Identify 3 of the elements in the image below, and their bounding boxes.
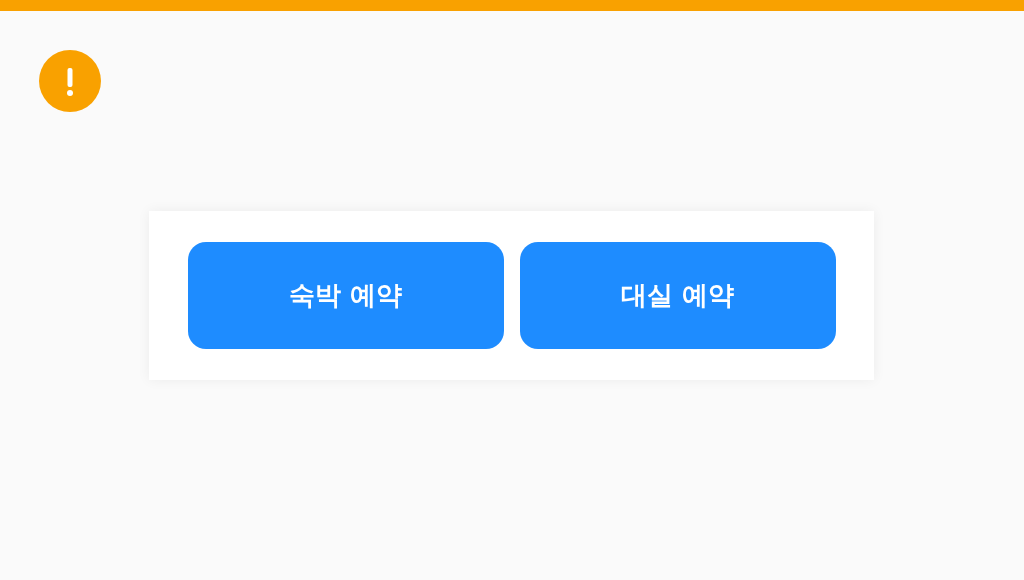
reservation-button[interactable]: 대실 예약 [519,242,836,349]
reservation-button[interactable]: 숙박 예약 [187,242,504,349]
warning-icon [39,50,101,112]
